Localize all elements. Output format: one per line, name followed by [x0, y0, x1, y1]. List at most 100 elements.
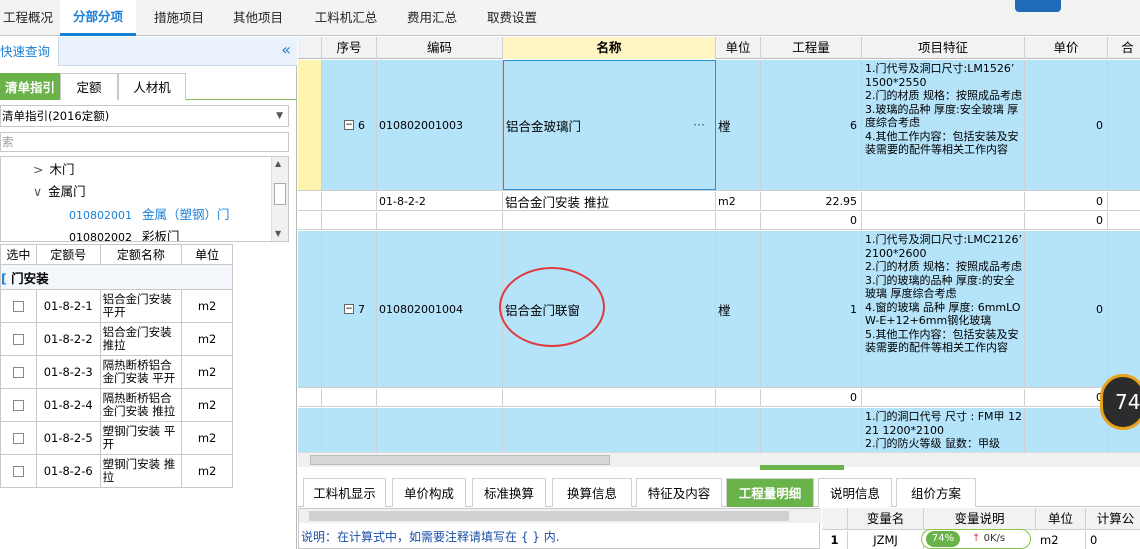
row-seq — [322, 192, 377, 210]
col-total: 合 — [1108, 37, 1140, 59]
row-seq: −6 — [322, 60, 377, 190]
row-checkbox[interactable] — [12, 367, 24, 378]
guide-select-value: 清单指引(2016定额) — [2, 109, 110, 123]
tab-sub-items[interactable]: 分部分项 — [60, 0, 136, 36]
seq-value: 6 — [358, 118, 365, 132]
tree-node-label: 木门 — [49, 162, 75, 177]
quota-name: 铝合金门安装平开 — [99, 289, 183, 323]
table-row[interactable]: −7 010802001004 铝合金门联窗 樘 1 1.门代号及洞口尺寸:LM… — [298, 231, 1140, 388]
table-row[interactable]: 0 0 — [298, 212, 1140, 230]
tab-quantity-details[interactable]: 工程量明细 — [726, 478, 814, 507]
top-tab-bar: 工程概况 分部分项 措施项目 其他项目 工料机汇总 费用汇总 取费设置 — [0, 0, 1140, 36]
tree-node-color-plate-door[interactable]: 010802002 彩板门 — [69, 226, 180, 241]
row-checkbox[interactable] — [12, 466, 24, 477]
row-code — [377, 212, 503, 229]
row-name[interactable]: 铝合金玻璃门 ··· — [503, 60, 716, 190]
table-row[interactable]: −6 010802001003 铝合金玻璃门 ··· 樘 6 1.门代号及洞口尺寸… — [298, 60, 1140, 191]
subtab-labor-material[interactable]: 人材机 — [118, 73, 186, 100]
row-checkbox[interactable] — [12, 433, 24, 444]
name-value: 铝合金玻璃门 — [506, 118, 582, 134]
tab-measures[interactable]: 措施项目 — [146, 0, 212, 36]
quota-unit: m2 — [181, 355, 233, 389]
row-code: 010802001003 — [377, 60, 503, 190]
quota-code: 01-8-2-5 — [35, 421, 101, 455]
row-unit — [716, 212, 761, 229]
tab-pricing-scheme[interactable]: 组价方案 — [896, 478, 976, 507]
tab-cost-summary[interactable]: 费用汇总 — [397, 0, 467, 36]
tab-price-composition[interactable]: 单价构成 — [392, 478, 466, 507]
row-price: 0 — [1025, 389, 1108, 406]
col-var-name: 变量名 — [848, 508, 924, 530]
table-row[interactable]: 01-8-2-1 铝合金门安装平开 m2 — [0, 289, 233, 323]
tab-fee-settings[interactable]: 取费设置 — [477, 0, 547, 36]
panel-splitter[interactable] — [760, 465, 844, 470]
tab-labor-material-summary[interactable]: 工料机汇总 — [305, 0, 387, 36]
table-row[interactable]: 01-8-2-2 铝合金门安装推拉 m2 — [0, 322, 233, 356]
quota-name: 隔热断桥铝合金门安装 推拉 — [99, 388, 183, 422]
floating-badge[interactable]: 74 — [1100, 374, 1140, 430]
tab-features-content[interactable]: 特征及内容 — [636, 478, 722, 507]
table-row[interactable]: 01-8-2-4 隔热断桥铝合金门安装 推拉 m2 — [0, 388, 233, 422]
tree-node-wood-door[interactable]: > 木门 — [33, 159, 75, 178]
table-row[interactable]: 01-8-2-6 塑钢门安装 推拉 m2 — [0, 454, 233, 488]
tree-node-metal-door[interactable]: ∨ 金属门 — [33, 181, 86, 200]
scroll-thumb[interactable] — [310, 455, 610, 465]
subtab-quota[interactable]: 定额 — [60, 73, 118, 100]
tab-description[interactable]: 说明信息 — [818, 478, 892, 507]
panel-search-input[interactable]: 索 — [0, 132, 289, 152]
row-total — [1108, 192, 1140, 210]
row-marker — [298, 231, 322, 387]
tab-project-overview[interactable]: 工程概况 — [0, 0, 56, 36]
var-row-name[interactable]: JZMJ — [848, 531, 924, 549]
col-features: 项目特征 — [862, 37, 1025, 59]
col-quota-code: 定额号 — [35, 244, 101, 265]
table-row[interactable]: 01-8-2-5 塑钢门安装 平开 m2 — [0, 421, 233, 455]
collapse-icon[interactable]: − — [344, 304, 354, 314]
formula-editor[interactable]: 说明：在计算式中，如需要注释请填写在 { } 内. — [298, 508, 821, 549]
tree-node-label: 金属（塑钢）门 — [142, 207, 230, 222]
row-total — [1108, 231, 1140, 387]
editor-scrollbar[interactable] — [299, 509, 821, 523]
grid-horizontal-scrollbar[interactable] — [298, 452, 1140, 470]
quota-unit: m2 — [181, 289, 233, 323]
row-checkbox[interactable] — [12, 400, 24, 411]
col-unit: 单位 — [716, 37, 761, 59]
table-row[interactable]: 01-8-2-2 铝合金门安装 推拉 m2 22.95 0 — [298, 192, 1140, 211]
double-chevron-left-icon[interactable]: « — [281, 40, 291, 59]
row-name[interactable]: 铝合金门安装 推拉 — [503, 192, 716, 210]
table-row[interactable]: 01-8-2-3 隔热断桥铝合金门安装 平开 m2 — [0, 355, 233, 389]
scroll-thumb[interactable] — [309, 511, 789, 521]
grid-header: 序号 编码 名称 单位 工程量 项目特征 单价 合 — [298, 37, 1140, 59]
tab-conversion-info[interactable]: 换算信息 — [552, 478, 632, 507]
scroll-up-icon[interactable]: ▲ — [275, 159, 281, 168]
category-tree: > 木门 ∨ 金属门 010802001 金属（塑钢）门 010802002 彩板门 ▲… — [0, 156, 289, 242]
guide-select[interactable]: 清单指引(2016定额) ▼ — [0, 105, 289, 127]
row-checkbox[interactable] — [12, 301, 24, 312]
seq-value: 7 — [358, 302, 365, 316]
row-price: 0 — [1025, 231, 1108, 387]
var-row-value[interactable]: 0 — [1086, 531, 1140, 549]
scroll-down-icon[interactable]: ▼ — [275, 229, 281, 238]
tab-other-items[interactable]: 其他项目 — [225, 0, 291, 36]
tab-labor-material-display[interactable]: 工料机显示 — [303, 478, 386, 507]
tab-standard-conversion[interactable]: 标准换算 — [472, 478, 546, 507]
row-features — [862, 389, 1025, 406]
subtab-bill-guide[interactable]: 清单指引 — [0, 73, 60, 100]
scroll-thumb[interactable] — [274, 183, 286, 205]
collapse-icon[interactable]: − — [344, 120, 354, 130]
table-row[interactable]: 0 0 — [298, 389, 1140, 407]
tree-node-label: 金属门 — [48, 184, 86, 199]
row-unit: 樘 — [716, 231, 761, 387]
row-checkbox[interactable] — [12, 334, 24, 345]
row-name[interactable] — [503, 212, 716, 229]
search-button[interactable] — [1015, 0, 1061, 12]
col-gutter — [298, 37, 322, 59]
more-icon[interactable]: ··· — [693, 117, 705, 132]
quota-code: 01-8-2-1 — [35, 289, 101, 323]
group-header[interactable]: [ 门安装 — [0, 264, 233, 290]
quota-name: 塑钢门安装 平开 — [99, 421, 183, 455]
tree-scrollbar[interactable]: ▲ ▼ — [271, 157, 288, 241]
row-name[interactable] — [503, 389, 716, 406]
tree-node-steel-door[interactable]: 010802001 金属（塑钢）门 — [69, 204, 230, 223]
quota-name: 隔热断桥铝合金门安装 平开 — [99, 355, 183, 389]
